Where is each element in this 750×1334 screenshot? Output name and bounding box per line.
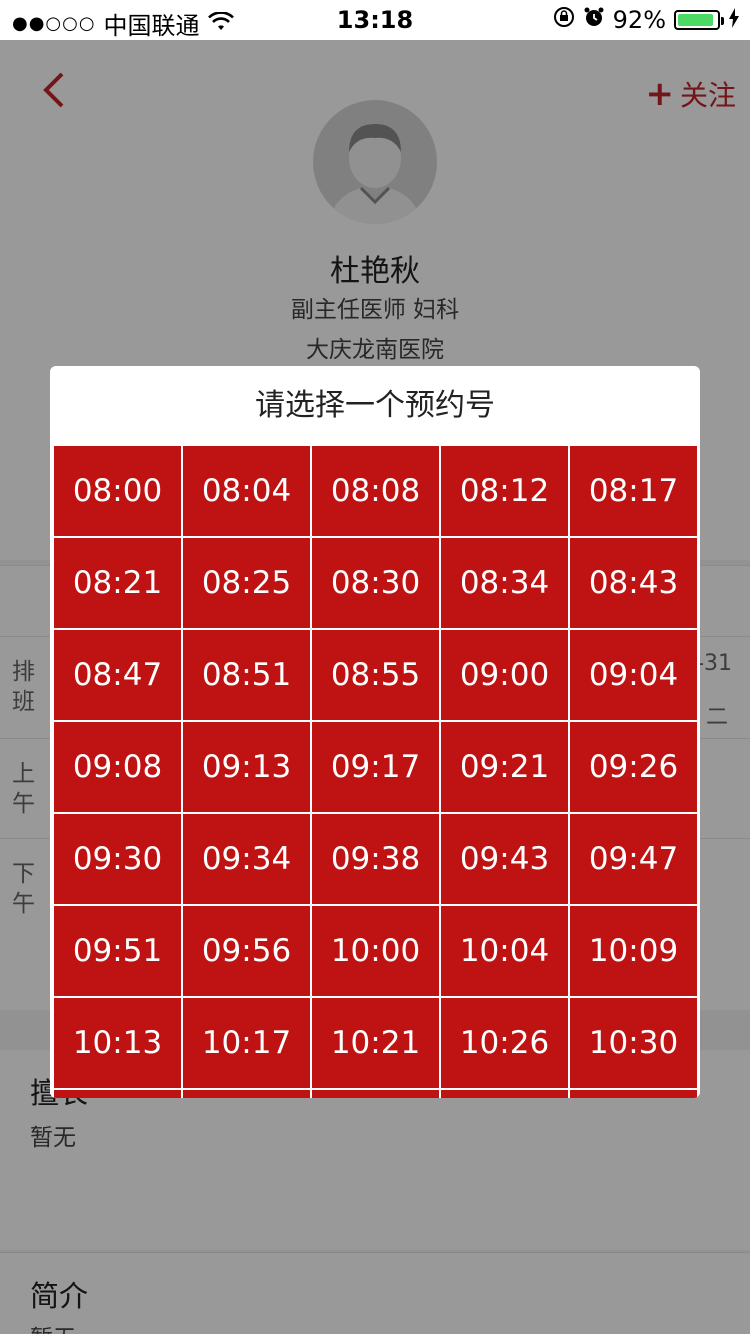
time-slot-button[interactable]: 08:00: [54, 446, 183, 538]
time-slot-button-partial[interactable]: [312, 1090, 441, 1098]
time-slot-button-partial[interactable]: [570, 1090, 699, 1098]
time-slot-picker-modal: 请选择一个预约号 08:00 08:04 08:08 08:12 08:17 08:21 0…: [50, 366, 700, 1098]
time-slot-button[interactable]: 09:13: [183, 722, 312, 814]
time-slot-button[interactable]: 08:30: [312, 538, 441, 630]
status-bar: ●●○○○ 中国联通 13:18 92%: [0, 0, 750, 40]
charging-bolt-icon: [728, 6, 740, 34]
time-slot-button[interactable]: 09:04: [570, 630, 699, 722]
time-slot-button[interactable]: 09:26: [570, 722, 699, 814]
time-slot-button[interactable]: 09:47: [570, 814, 699, 906]
time-slot-button[interactable]: 10:00: [312, 906, 441, 998]
time-slot-button[interactable]: 10:09: [570, 906, 699, 998]
time-slot-button[interactable]: 09:21: [441, 722, 570, 814]
time-slot-button[interactable]: 08:21: [54, 538, 183, 630]
time-slot-button-partial[interactable]: [441, 1090, 570, 1098]
time-slot-button[interactable]: 08:34: [441, 538, 570, 630]
time-slot-button[interactable]: 08:55: [312, 630, 441, 722]
time-slot-button[interactable]: 09:30: [54, 814, 183, 906]
time-slot-button[interactable]: 09:43: [441, 814, 570, 906]
battery-percent: 92%: [612, 6, 666, 34]
time-slot-button[interactable]: 08:25: [183, 538, 312, 630]
time-slot-button[interactable]: 08:43: [570, 538, 699, 630]
time-slot-button[interactable]: 10:21: [312, 998, 441, 1090]
time-slot-button-partial[interactable]: [183, 1090, 312, 1098]
time-slot-button[interactable]: 09:17: [312, 722, 441, 814]
time-slot-button[interactable]: 10:13: [54, 998, 183, 1090]
battery-fill: [678, 14, 713, 26]
time-slot-button[interactable]: 09:00: [441, 630, 570, 722]
time-slot-button[interactable]: 10:30: [570, 998, 699, 1090]
time-slot-button[interactable]: 08:47: [54, 630, 183, 722]
time-slot-button[interactable]: 09:08: [54, 722, 183, 814]
time-slot-button[interactable]: 08:04: [183, 446, 312, 538]
rotation-lock-icon: [553, 6, 575, 34]
time-slot-button[interactable]: 10:26: [441, 998, 570, 1090]
status-right: 92%: [553, 6, 740, 34]
time-slot-button-partial[interactable]: [54, 1090, 183, 1098]
time-slot-button[interactable]: 10:04: [441, 906, 570, 998]
time-slot-button[interactable]: 08:12: [441, 446, 570, 538]
time-slot-button[interactable]: 09:38: [312, 814, 441, 906]
time-slot-grid: 08:00 08:04 08:08 08:12 08:17 08:21 08:25 08:30…: [54, 446, 699, 1098]
time-slot-button[interactable]: 08:08: [312, 446, 441, 538]
battery-icon: [674, 10, 724, 30]
time-slot-button[interactable]: 08:17: [570, 446, 699, 538]
modal-title: 请选择一个预约号: [255, 388, 495, 423]
time-slot-button[interactable]: 09:56: [183, 906, 312, 998]
time-slot-button[interactable]: 09:51: [54, 906, 183, 998]
time-slot-button[interactable]: 09:34: [183, 814, 312, 906]
alarm-icon: [583, 6, 605, 34]
time-slot-button[interactable]: 08:51: [183, 630, 312, 722]
time-slot-button[interactable]: 10:17: [183, 998, 312, 1090]
